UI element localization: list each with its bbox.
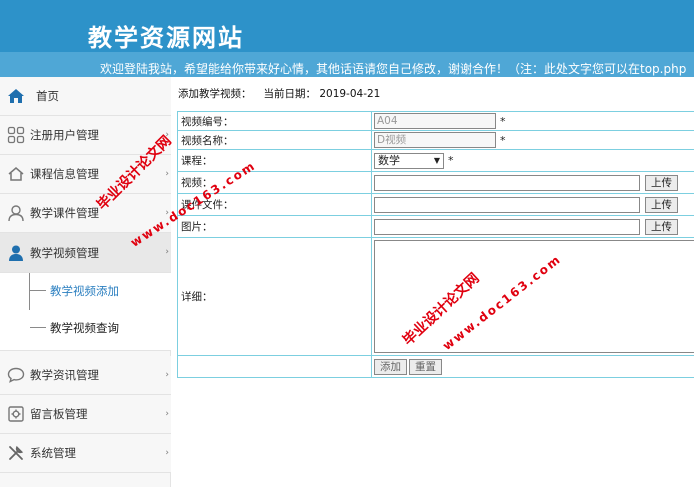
header: 教学资源网站 欢迎登陆我站，希望能给你带来好心情，其他话语请您自己修改，谢谢合作… xyxy=(0,0,694,77)
site-title: 教学资源网站 xyxy=(88,24,244,52)
form-row: 图片： 上传 xyxy=(177,215,694,238)
dropdown-arrow-icon: ▼ xyxy=(433,155,440,165)
chevron-right-icon: › xyxy=(165,208,169,218)
field-label: 视频编号： xyxy=(177,111,372,131)
sidebar-item-videos[interactable]: 教学视频管理 › xyxy=(0,233,171,273)
grid-icon xyxy=(2,126,30,144)
breadcrumb: 添加教学视频： 当前日期： 2019-04-21 xyxy=(178,86,380,101)
sidebar-item-system[interactable]: 系统管理 › xyxy=(0,434,171,473)
chevron-right-icon: › xyxy=(165,169,169,179)
field-label: 课件文件： xyxy=(177,193,372,216)
chevron-down-icon: › xyxy=(165,247,169,257)
add-button[interactable]: 添加 xyxy=(374,358,407,375)
welcome-marquee: 欢迎登陆我站，希望能给你带来好心情，其他话语请您自己修改，谢谢合作！（注：此处文… xyxy=(100,62,687,76)
submenu-connector xyxy=(30,290,46,291)
sidebar-item-home[interactable]: 首页 xyxy=(0,77,171,116)
upload-image-button[interactable]: 上传 xyxy=(645,218,678,235)
field-label: 视频名称： xyxy=(177,130,372,150)
form-cell: 上传 xyxy=(371,193,694,216)
field-label: 详细： xyxy=(177,237,372,356)
required-mark: * xyxy=(500,114,506,128)
submenu-connector xyxy=(30,327,46,328)
detail-textarea[interactable] xyxy=(374,240,694,353)
form-cell: 添加 重置 xyxy=(371,355,694,378)
video-code-input[interactable]: A04 xyxy=(374,113,496,129)
sidebar-item-guestbook[interactable]: 留言板管理 › xyxy=(0,395,171,434)
form-cell: A04 * xyxy=(371,111,694,131)
chevron-right-icon: › xyxy=(165,130,169,140)
upload-courseware-button[interactable]: 上传 xyxy=(645,196,678,213)
house-outline-icon xyxy=(2,166,30,182)
form-cell: D视频 * xyxy=(371,130,694,150)
form-row: 添加 重置 xyxy=(177,355,694,378)
course-select[interactable]: 数学 ▼ xyxy=(374,152,444,169)
chevron-right-icon: › xyxy=(165,409,169,419)
video-file-input[interactable] xyxy=(374,174,640,191)
user-filled-icon xyxy=(2,244,30,262)
form-cell: 上传 xyxy=(371,171,694,194)
required-mark: * xyxy=(500,133,506,147)
chat-icon xyxy=(2,367,30,383)
form-row: 视频名称： D视频 * xyxy=(177,130,694,150)
home-icon xyxy=(2,88,30,104)
sidebar-item-label: 教学资讯管理 xyxy=(30,368,99,382)
sidebar-item-users[interactable]: 注册用户管理 › xyxy=(0,116,171,155)
submenu-videos: 教学视频添加 教学视频查询 xyxy=(0,273,171,351)
submenu-item-label: 教学视频添加 xyxy=(50,284,119,298)
sidebar-item-label: 教学课件管理 xyxy=(30,206,99,220)
current-date: 当前日期： 2019-04-21 xyxy=(263,88,381,100)
upload-video-button[interactable]: 上传 xyxy=(645,174,678,191)
form-row: 详细： xyxy=(177,237,694,356)
form-row: 视频： 上传 xyxy=(177,171,694,194)
tools-icon xyxy=(2,444,30,462)
sidebar-item-label: 留言板管理 xyxy=(30,407,88,421)
course-select-value: 数学 xyxy=(378,153,400,167)
form-row: 课件文件： 上传 xyxy=(177,193,694,216)
submenu-item-add-video[interactable]: 教学视频添加 xyxy=(0,273,171,309)
sidebar-item-courses[interactable]: 课程信息管理 › xyxy=(0,155,171,194)
page-title: 添加教学视频： xyxy=(178,88,252,100)
form-row: 视频编号： A04 * xyxy=(177,111,694,131)
sidebar-item-label: 注册用户管理 xyxy=(30,128,99,142)
chevron-right-icon: › xyxy=(165,370,169,380)
sidebar-item-label: 首页 xyxy=(36,89,59,103)
image-file-input[interactable] xyxy=(374,218,640,235)
sidebar-item-label: 系统管理 xyxy=(30,446,76,460)
field-label: 视频： xyxy=(177,171,372,194)
sidebar-item-news[interactable]: 教学资讯管理 › xyxy=(0,356,171,395)
form-row: 课程： 数学 ▼ * xyxy=(177,149,694,172)
field-label: 课程： xyxy=(177,149,372,172)
field-label: 图片： xyxy=(177,215,372,238)
sidebar-item-label: 教学视频管理 xyxy=(30,245,99,260)
reset-button[interactable]: 重置 xyxy=(409,358,442,375)
gear-icon xyxy=(2,405,30,423)
add-video-form: 视频编号： A04 * 视频名称： D视频 * 课程： 数学 ▼ * 视频： 上传 课件… xyxy=(177,111,694,378)
chevron-right-icon: › xyxy=(165,448,169,458)
video-name-input[interactable]: D视频 xyxy=(374,132,496,148)
user-outline-icon xyxy=(2,204,30,222)
sidebar-item-label: 课程信息管理 xyxy=(30,167,99,181)
submenu-item-label: 教学视频查询 xyxy=(50,321,119,335)
form-cell xyxy=(177,355,372,378)
required-mark: * xyxy=(448,154,454,167)
sidebar: 首页 注册用户管理 › 课程信息管理 › 教学课件管理 › 教学视频管理 › 教… xyxy=(0,77,171,487)
submenu-item-query-video[interactable]: 教学视频查询 xyxy=(0,310,171,346)
form-cell xyxy=(371,237,694,356)
courseware-file-input[interactable] xyxy=(374,196,640,213)
form-cell: 上传 xyxy=(371,215,694,238)
form-cell: 数学 ▼ * xyxy=(371,149,694,172)
sidebar-item-courseware[interactable]: 教学课件管理 › xyxy=(0,194,171,233)
